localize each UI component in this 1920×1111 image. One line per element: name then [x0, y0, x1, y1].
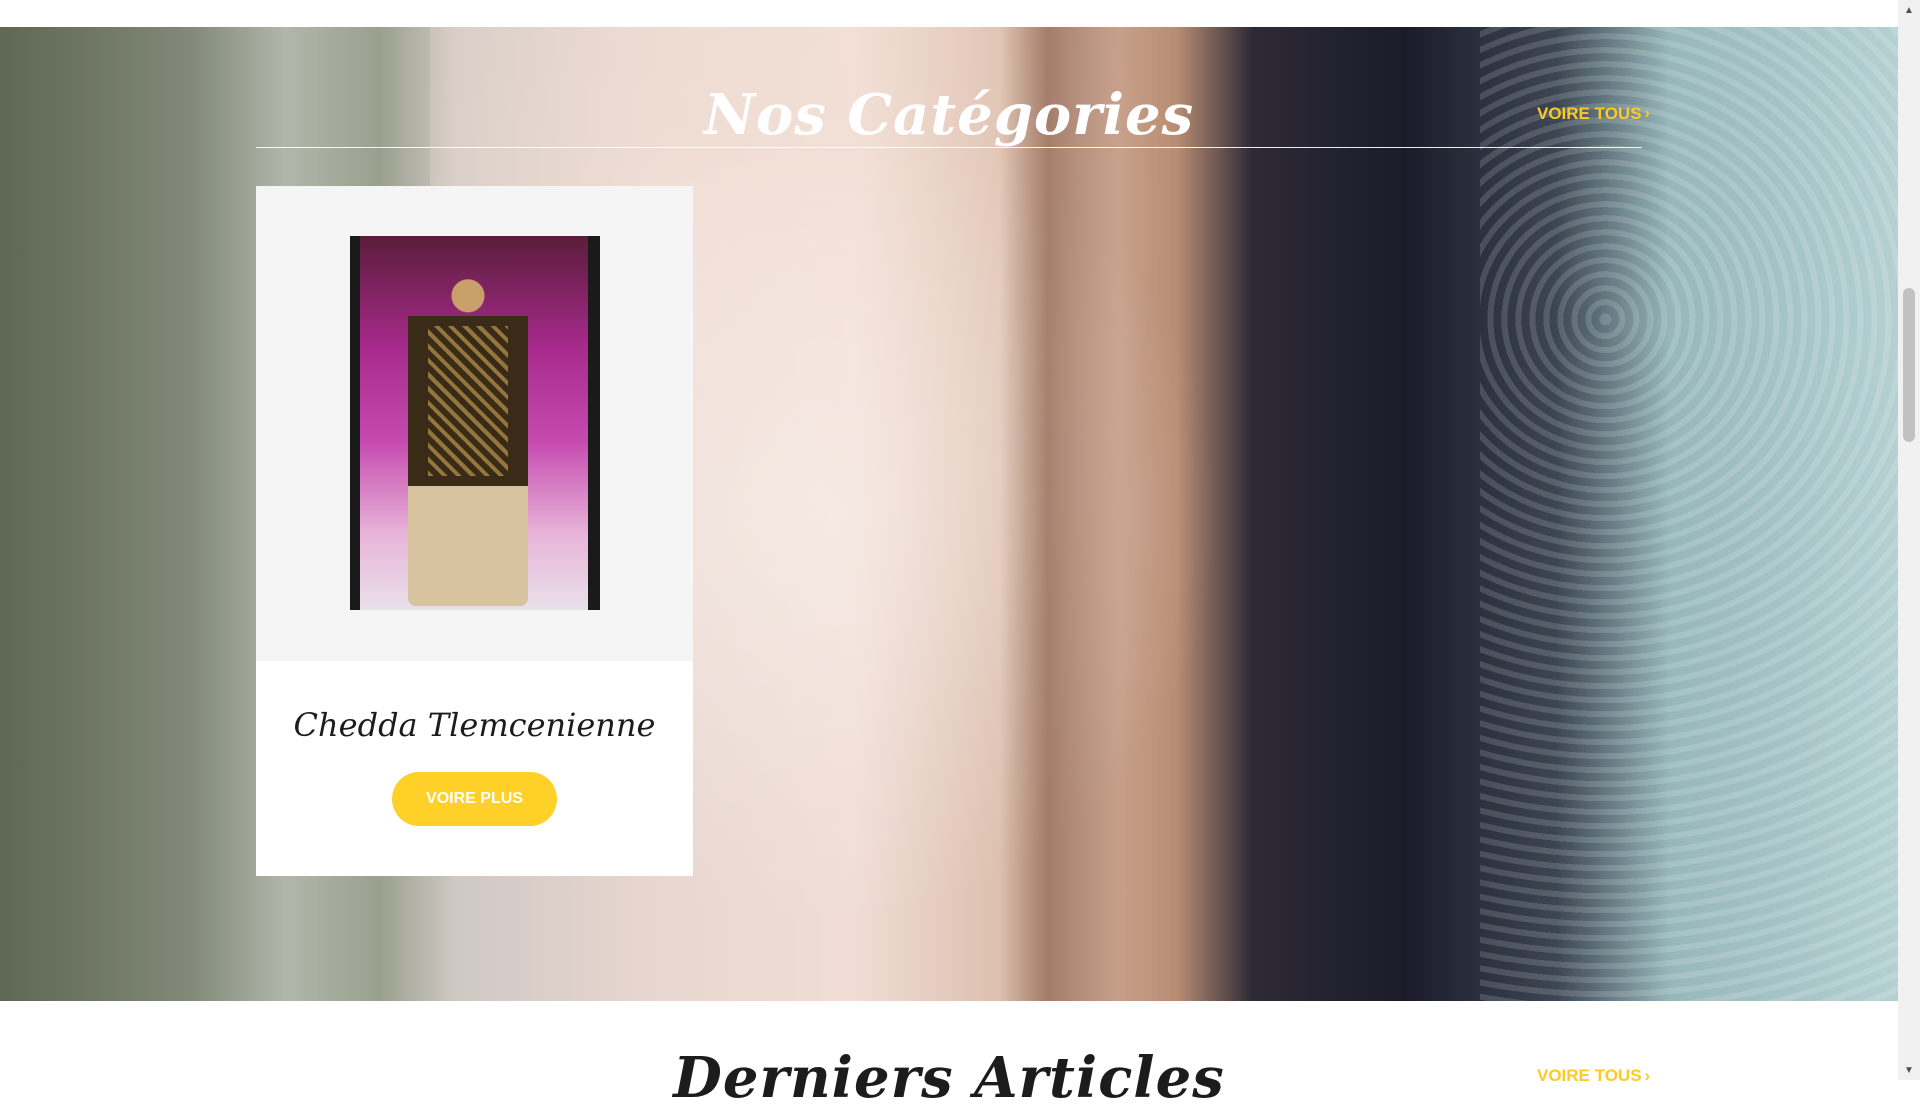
view-all-articles-link[interactable]: VOIRE TOUS ›: [1537, 1066, 1650, 1086]
bride-figure: [408, 276, 528, 606]
chevron-right-icon: ›: [1644, 1066, 1651, 1085]
scrollbar-thumb[interactable]: [1903, 288, 1915, 442]
arm-shadow: [1000, 27, 1120, 1001]
chevron-right-icon: ›: [1644, 105, 1650, 122]
scroll-up-arrow-icon[interactable]: ▲: [1898, 0, 1920, 20]
category-image[interactable]: [350, 236, 600, 610]
scroll-down-arrow-icon[interactable]: ▼: [1898, 1060, 1920, 1080]
category-title[interactable]: Chedda Tlemcenienne: [256, 706, 693, 744]
lace-pattern: [1480, 27, 1898, 1001]
title-divider: [256, 147, 1642, 148]
category-image-area: [256, 186, 693, 661]
view-all-label: VOIRE TOUS: [1537, 104, 1642, 123]
view-all-categories-link[interactable]: VOIRE TOUS ›: [1537, 104, 1650, 124]
image-border-right: [588, 236, 600, 610]
voir-plus-button[interactable]: VOIRE PLUS: [392, 772, 557, 826]
view-all-label: VOIRE TOUS: [1537, 1066, 1642, 1085]
scrollbar[interactable]: ▲ ▼: [1898, 0, 1920, 1080]
image-border-left: [350, 236, 360, 610]
category-card: Chedda Tlemcenienne VOIRE PLUS: [256, 186, 693, 876]
